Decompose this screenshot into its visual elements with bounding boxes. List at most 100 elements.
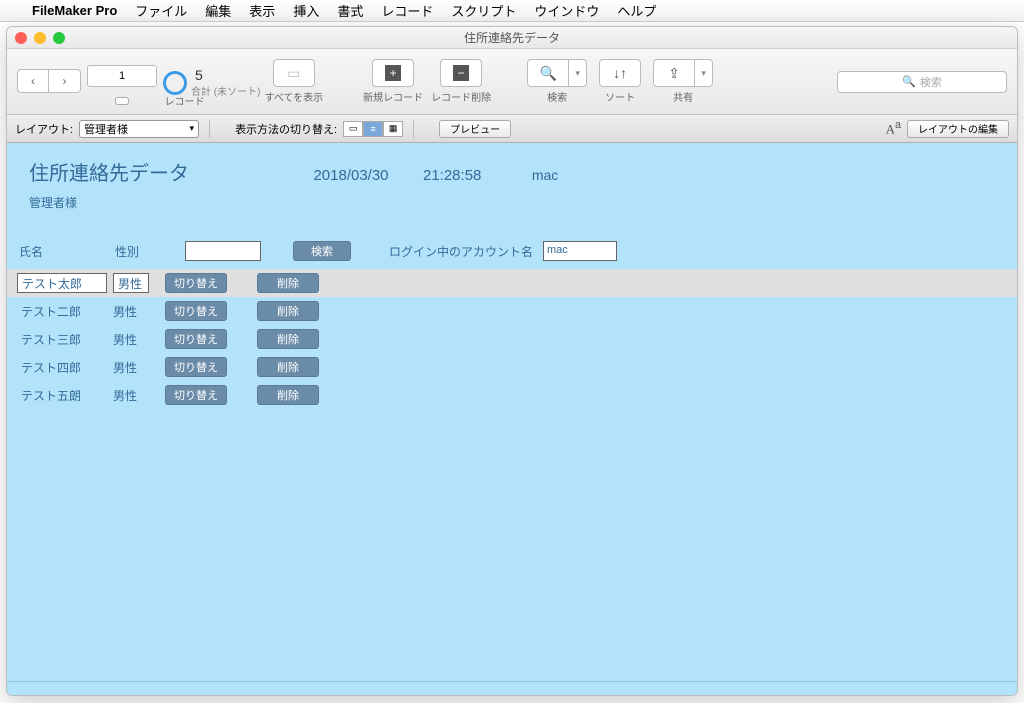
sort-icon: ↓↑ <box>613 65 627 81</box>
name-cell: テスト二郎 <box>17 303 107 320</box>
share-label: 共有 <box>673 89 693 104</box>
delete-button[interactable]: 削除 <box>257 301 319 321</box>
menu-file[interactable]: ファイル <box>135 1 187 20</box>
name-cell: テスト三郎 <box>17 331 107 348</box>
menu-view[interactable]: 表示 <box>249 1 275 20</box>
minus-icon: − <box>453 65 469 81</box>
menu-insert[interactable]: 挿入 <box>293 1 319 20</box>
slider-thumb-icon[interactable] <box>115 97 129 105</box>
content: 住所連絡先データ 2018/03/30 21:28:58 mac 管理者様 氏名… <box>7 143 1017 681</box>
view-label: 表示方法の切り替え: <box>235 121 337 137</box>
footer <box>7 681 1017 695</box>
name-cell: テスト五朗 <box>17 387 107 404</box>
share-icon: ⇪ <box>668 65 680 82</box>
login-account-value: mac <box>543 241 617 261</box>
search-btn-label: 検索 <box>311 243 333 259</box>
login-account-label: ログイン中のアカウント名 <box>389 243 533 260</box>
menu-edit[interactable]: 編集 <box>205 1 231 20</box>
new-record-button[interactable]: + <box>372 59 414 87</box>
sex-column-label: 性別 <box>115 243 175 260</box>
date-value: 2018/03/30 <box>313 167 388 184</box>
layout-bar: レイアウト: 管理者様 表示方法の切り替え: ▭ ≡ ▦ プレビュー Aa レイ… <box>7 115 1017 143</box>
page-title: 住所連絡先データ <box>29 157 189 186</box>
sex-cell: 男性 <box>113 359 149 376</box>
sex-cell: 男性 <box>113 387 149 404</box>
user-value: mac <box>532 167 558 183</box>
delete-button[interactable]: 削除 <box>257 357 319 377</box>
name-column-label: 氏名 <box>19 243 105 260</box>
view-form-button[interactable]: ▭ <box>343 121 363 137</box>
window-title: 住所連絡先データ <box>464 29 560 46</box>
show-all-label: すべてを表示 <box>264 89 323 104</box>
delete-button[interactable]: 削除 <box>257 385 319 405</box>
search-icon: 🔍 <box>902 75 916 88</box>
edit-layout-button[interactable]: レイアウトの編集 <box>907 120 1009 138</box>
delete-record-label: レコード削除 <box>431 89 491 104</box>
search-button[interactable]: 🔍 <box>527 59 569 87</box>
menubar: FileMaker Pro ファイル 編集 表示 挿入 書式 レコード スクリプ… <box>0 0 1024 22</box>
switch-button[interactable]: 切り替え <box>165 301 227 321</box>
switch-button[interactable]: 切り替え <box>165 329 227 349</box>
search-icon: 🔍 <box>539 65 556 82</box>
search-submit-button[interactable]: 検索 <box>293 241 351 261</box>
stack-icon: ▭ <box>287 65 300 82</box>
share-dropdown[interactable]: ▾ <box>695 59 713 87</box>
app-name[interactable]: FileMaker Pro <box>32 3 117 18</box>
menu-help[interactable]: ヘルプ <box>617 1 656 20</box>
table-row[interactable]: テスト太郎男性切り替え 削除 <box>7 269 1017 297</box>
menu-script[interactable]: スクリプト <box>451 1 516 20</box>
search-text-input[interactable] <box>185 241 261 261</box>
zoom-icon[interactable] <box>53 32 65 44</box>
chevron-down-icon: ▾ <box>701 68 706 79</box>
record-list: テスト太郎男性切り替え削除テスト二郎男性切り替え削除テスト三郎男性切り替え削除テ… <box>7 269 1017 409</box>
menu-record[interactable]: レコード <box>381 1 433 20</box>
layout-label: レイアウト: <box>15 121 73 137</box>
new-record-label: 新規レコード <box>363 89 423 104</box>
prev-record-button[interactable]: ‹ <box>17 69 49 93</box>
menu-window[interactable]: ウインドウ <box>534 1 599 20</box>
search-placeholder: 検索 <box>920 74 942 90</box>
titlebar: 住所連絡先データ <box>7 27 1017 49</box>
table-row[interactable]: テスト二郎男性切り替え 削除 <box>7 297 1017 325</box>
table-row[interactable]: テスト四郎男性切り替え 削除 <box>7 353 1017 381</box>
search-dropdown[interactable]: ▾ <box>569 59 587 87</box>
close-icon[interactable] <box>15 32 27 44</box>
show-all-button[interactable]: ▭ <box>273 59 315 87</box>
sort-button[interactable]: ↓↑ <box>599 59 641 87</box>
layout-select[interactable]: 管理者様 <box>79 120 199 138</box>
next-record-button[interactable]: › <box>49 69 81 93</box>
subtitle: 管理者様 <box>29 194 995 211</box>
view-list-button[interactable]: ≡ <box>363 121 383 137</box>
share-button[interactable]: ⇪ <box>653 59 695 87</box>
delete-button[interactable]: 削除 <box>257 329 319 349</box>
minimize-icon[interactable] <box>34 32 46 44</box>
record-label: レコード <box>164 93 204 108</box>
layout-value: 管理者様 <box>84 121 128 137</box>
preview-button[interactable]: プレビュー <box>439 120 511 138</box>
sex-cell: 男性 <box>113 303 149 320</box>
search-input[interactable]: 🔍 検索 <box>837 71 1007 93</box>
switch-button[interactable]: 切り替え <box>165 357 227 377</box>
view-table-button[interactable]: ▦ <box>383 121 403 137</box>
record-slider[interactable]: 1 <box>87 65 157 87</box>
window: 住所連絡先データ ‹ › 1 5 合計 (未ソート) レ <box>6 26 1018 696</box>
delete-record-button[interactable]: − <box>440 59 482 87</box>
plus-icon: + <box>385 65 401 81</box>
piechart-icon <box>163 71 187 95</box>
menu-format[interactable]: 書式 <box>337 1 363 20</box>
table-row[interactable]: テスト三郎男性切り替え 削除 <box>7 325 1017 353</box>
sort-label: ソート <box>605 89 635 104</box>
record-pos: 1 <box>119 70 125 82</box>
name-cell[interactable]: テスト太郎 <box>17 273 107 293</box>
sex-cell[interactable]: 男性 <box>113 273 149 293</box>
switch-button[interactable]: 切り替え <box>165 385 227 405</box>
chevron-down-icon: ▾ <box>575 68 580 79</box>
record-total: 5 <box>195 67 260 83</box>
text-format-icon[interactable]: Aa <box>886 119 901 137</box>
sex-cell: 男性 <box>113 331 149 348</box>
table-row[interactable]: テスト五朗男性切り替え 削除 <box>7 381 1017 409</box>
name-cell: テスト四郎 <box>17 359 107 376</box>
switch-button[interactable]: 切り替え <box>165 273 227 293</box>
delete-button[interactable]: 削除 <box>257 273 319 293</box>
preview-label: プレビュー <box>450 121 500 136</box>
